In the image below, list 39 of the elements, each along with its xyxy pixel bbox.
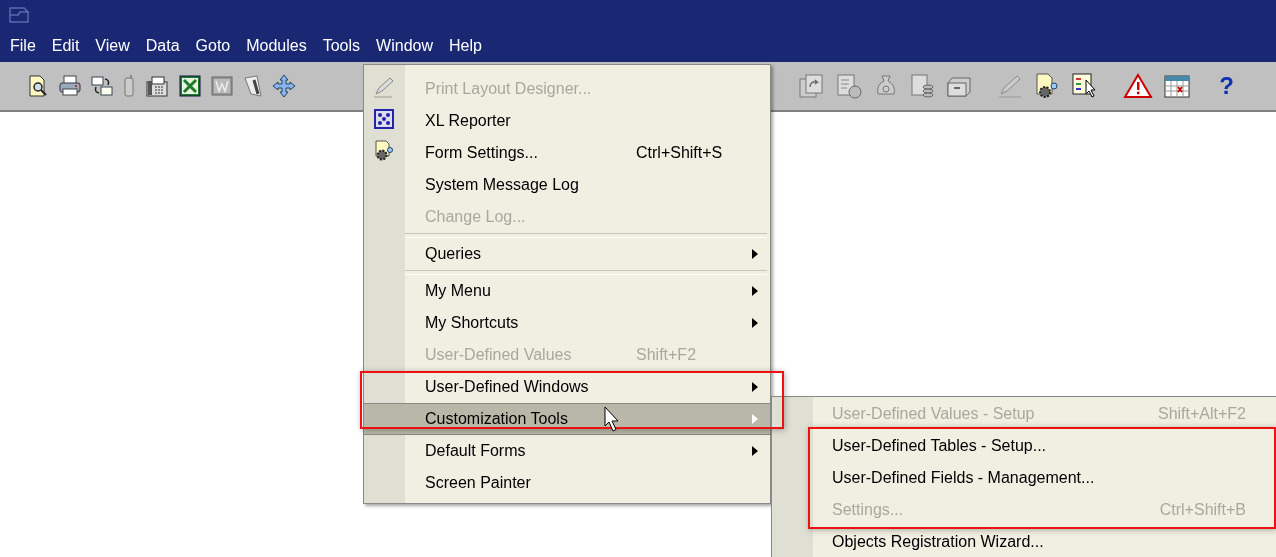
menu-item[interactable]: Queries <box>364 238 770 270</box>
move-arrows-icon[interactable] <box>272 74 296 98</box>
menu-item[interactable]: View <box>95 37 138 55</box>
menu-item[interactable]: My Menu <box>364 275 770 307</box>
menu-item[interactable]: XL Reporter <box>364 105 770 137</box>
menu-item[interactable]: Tools <box>322 37 369 55</box>
menu-item[interactable]: Screen Painter <box>364 467 770 499</box>
mouse-pointer-icon <box>604 406 620 432</box>
document-coins-icon[interactable] <box>909 73 936 99</box>
menu-item[interactable]: My Shortcuts <box>364 307 770 339</box>
spreadsheet-icon[interactable] <box>178 74 202 98</box>
pencil-icon <box>372 75 396 99</box>
document-icon[interactable] <box>210 74 234 98</box>
menu-item[interactable]: User-Defined Windows <box>364 371 770 403</box>
document-arrow-icon[interactable] <box>797 73 826 99</box>
menu-item[interactable]: User-Defined Tables - Setup... <box>772 430 1276 462</box>
menu-item[interactable]: User-Defined Fields - Management... <box>772 462 1276 494</box>
menu-item[interactable]: System Message Log <box>364 169 770 201</box>
menu-item[interactable]: Objects Registration Wizard... <box>772 526 1276 557</box>
warning-icon[interactable] <box>1123 73 1154 99</box>
network-icon <box>374 109 394 129</box>
menu-item[interactable]: Modules <box>246 37 315 55</box>
document-gear-icon <box>374 140 396 162</box>
menu-item[interactable]: Customization Tools <box>364 403 770 435</box>
menu-item[interactable]: Form Settings... Ctrl+Shift+S <box>364 137 770 169</box>
page-icon[interactable] <box>242 74 264 98</box>
envelopes-icon[interactable] <box>90 74 114 98</box>
app-icon <box>8 5 32 25</box>
menu-item[interactable]: Help <box>449 37 490 55</box>
calendar-icon[interactable] <box>1163 73 1192 99</box>
menu-item[interactable]: Goto <box>195 37 239 55</box>
printer-icon[interactable] <box>58 74 82 98</box>
menu-item[interactable]: Default Forms <box>364 435 770 467</box>
fax-icon[interactable] <box>144 74 170 98</box>
menu-item[interactable]: Window <box>376 37 441 55</box>
menu-item[interactable]: File <box>10 37 44 55</box>
menu-item[interactable]: Edit <box>51 37 88 55</box>
help-button[interactable]: ? <box>1219 72 1234 100</box>
menu-item[interactable]: Data <box>145 37 188 55</box>
